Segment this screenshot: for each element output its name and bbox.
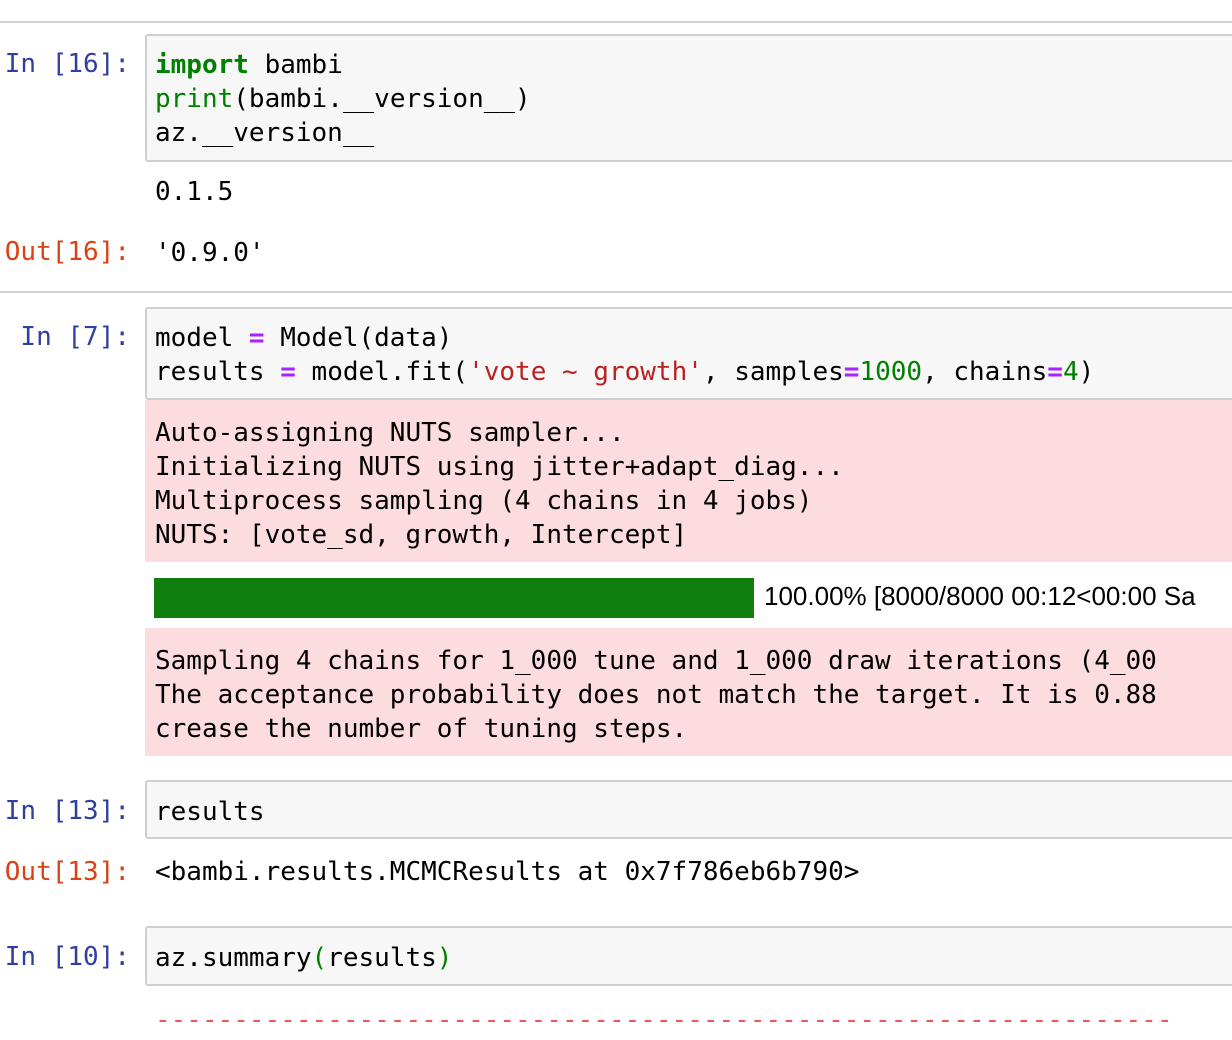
code-token: 4: [1062, 357, 1079, 387]
stderr-output: Sampling 4 chains for 1_000 tune and 1_0…: [145, 628, 1232, 756]
code-token: =: [280, 357, 296, 387]
output-value: '0.9.0': [155, 238, 265, 268]
cell-separator: [0, 21, 1232, 23]
code-editor[interactable]: results: [155, 795, 265, 829]
progress-fill: [154, 578, 754, 618]
code-input[interactable]: import bambi print(bambi.__version__) az…: [145, 34, 1232, 162]
code-token: (: [311, 943, 328, 973]
code-editor[interactable]: model = Model(data) results = model.fit(…: [155, 321, 1094, 389]
input-prompt: In [16]:: [4, 49, 130, 79]
stdout-output: 0.1.5: [155, 177, 234, 207]
sampling-progress-bar: [154, 578, 754, 618]
code-editor[interactable]: az.summary(results): [155, 941, 452, 975]
code-input[interactable]: results: [145, 780, 1232, 839]
code-token: =: [843, 357, 860, 387]
code-token: =: [1047, 357, 1063, 387]
code-token: =: [248, 323, 265, 353]
stderr-output: Auto-assigning NUTS sampler... Initializ…: [145, 400, 1232, 562]
output-prompt: Out[16]:: [4, 237, 130, 267]
code-token: 1000: [859, 357, 923, 387]
code-input[interactable]: az.summary(results): [145, 926, 1232, 986]
input-prompt: In [13]:: [4, 796, 130, 826]
code-token: print: [155, 84, 234, 114]
cell-separator: [0, 291, 1232, 293]
input-prompt: In [7]:: [20, 322, 130, 352]
code-editor[interactable]: import bambi print(bambi.__version__) az…: [155, 48, 531, 150]
progress-label: 100.00% [8000/8000 00:12<00:00 Sa: [764, 581, 1196, 611]
output-prompt: Out[13]:: [4, 857, 130, 887]
output-value: <bambi.results.MCMCResults at 0x7f786eb6…: [155, 857, 860, 887]
error-traceback-rule: ----------------------------------------…: [155, 1005, 1173, 1035]
code-token: import: [155, 50, 249, 80]
code-input[interactable]: model = Model(data) results = model.fit(…: [145, 307, 1232, 400]
stderr-text: Sampling 4 chains for 1_000 tune and 1_0…: [155, 646, 1157, 744]
input-prompt: In [10]:: [4, 942, 130, 972]
stderr-text: Auto-assigning NUTS sampler... Initializ…: [155, 418, 844, 550]
code-token: 'vote ~ growth': [468, 357, 703, 387]
code-token: ): [436, 943, 453, 973]
